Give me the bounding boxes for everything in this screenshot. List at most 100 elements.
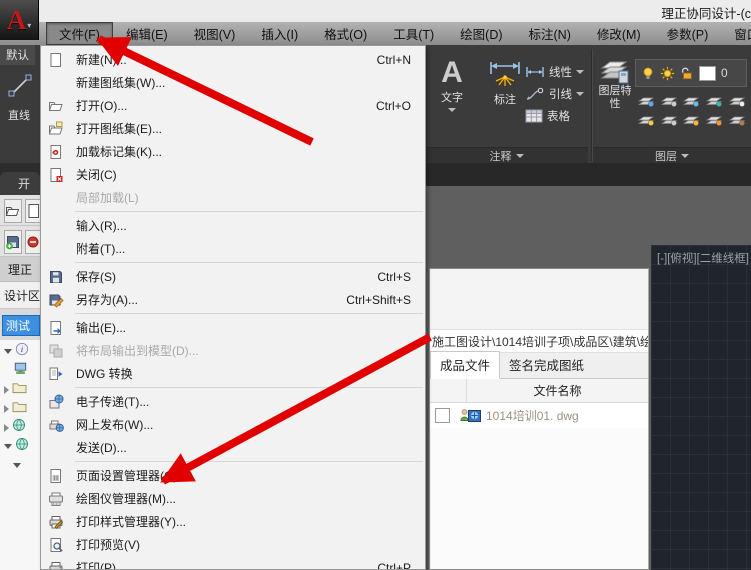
menubar-item-7[interactable]: 标注(N) — [516, 22, 584, 45]
checkbox-column-header — [430, 379, 467, 402]
menu-item-20[interactable]: 发送(D)... — [41, 436, 425, 459]
user-dwg-icon — [460, 408, 482, 424]
file-checkbox[interactable] — [435, 408, 450, 423]
menu-item-label: 打开(O)... — [76, 99, 128, 113]
menubar-item-10[interactable]: 窗口(W) — [721, 22, 751, 45]
monitor-icon — [13, 361, 28, 380]
leader-button[interactable]: 引线 — [525, 85, 584, 103]
tree-collapsed-icon[interactable] — [4, 385, 9, 394]
line-tool-icon[interactable] — [7, 73, 40, 104]
menu-item-label: 绘图仪管理器(M)... — [76, 492, 176, 506]
linear-dim-button[interactable]: 线性 — [525, 63, 584, 81]
chevron-down-icon — [576, 70, 584, 74]
tree-node-2[interactable] — [0, 380, 40, 399]
layer-tool-icon-9[interactable] — [726, 112, 749, 127]
folder-sheet-icon — [48, 121, 68, 137]
new-doc-button[interactable] — [25, 199, 40, 223]
block-red-button[interactable] — [25, 230, 40, 254]
panel-tab-0[interactable]: 成品文件 — [430, 351, 501, 379]
selected-tree-node[interactable]: 测试 — [2, 315, 40, 336]
menubar-item-1[interactable]: 编辑(E) — [113, 22, 181, 45]
layer-panel-label[interactable]: 图层 — [593, 147, 751, 163]
menu-item-19[interactable]: 网上发布(W)... — [41, 413, 425, 436]
drawing-viewport[interactable]: [-][俯视][二维线框] — [651, 245, 751, 570]
text-A-icon: A — [441, 56, 463, 89]
layer-tool-icon-6[interactable] — [658, 112, 681, 127]
layer-tool-icon-7[interactable] — [681, 112, 704, 127]
tree-node-3[interactable] — [0, 399, 40, 418]
layer-tool-icon-2[interactable] — [681, 93, 704, 108]
ribbon-shadow-strip — [425, 163, 751, 186]
menu-item-16[interactable]: DWG 转换 — [41, 362, 425, 385]
menu-item-25[interactable]: 打印预览(V) — [41, 533, 425, 556]
layer-tool-icon-4[interactable] — [726, 93, 749, 108]
menu-item-22[interactable]: 页面设置管理器(G) — [41, 464, 425, 487]
menu-item-11[interactable]: 保存(S) Ctrl+S — [41, 265, 425, 288]
tree-expanded-icon[interactable] — [4, 349, 12, 354]
save-add-button[interactable] — [4, 230, 22, 254]
tree-expanded-icon[interactable] — [13, 463, 21, 468]
dimension-button[interactable]: 标注 — [487, 59, 523, 107]
file-row-0[interactable]: 1014培训01. dwg — [430, 403, 648, 428]
annotate-panel-label[interactable]: 注释 — [425, 147, 588, 163]
ribbon-tab-default[interactable]: 默认 — [0, 45, 35, 65]
menu-item-label: 新建(N)... — [76, 53, 127, 67]
menu-item-5[interactable]: 关闭(C) — [41, 163, 425, 186]
tree-expanded-icon[interactable] — [4, 444, 12, 449]
tree-node-6[interactable] — [0, 456, 40, 475]
menubar-item-5[interactable]: 工具(T) — [380, 22, 447, 45]
start-tab[interactable]: 开 — [0, 172, 40, 195]
menubar-item-9[interactable]: 参数(P) — [654, 22, 722, 45]
table-button[interactable]: 表格 — [525, 107, 584, 125]
layer-tool-icon-5[interactable] — [635, 112, 658, 127]
open-folder-button[interactable] — [4, 199, 22, 223]
chevron-down-icon: ▾ — [27, 20, 32, 30]
menu-item-18[interactable]: 电子传递(T)... — [41, 390, 425, 413]
panel-tab-1[interactable]: 签名完成图纸 — [500, 352, 593, 378]
export-icon — [48, 320, 68, 336]
table-header: 文件名称 — [430, 379, 648, 403]
layer-tool-icon-3[interactable] — [703, 93, 726, 108]
layer-state-control[interactable]: 0 — [635, 59, 747, 87]
tree-node-5[interactable] — [0, 437, 40, 456]
menu-item-23[interactable]: 绘图仪管理器(M)... — [41, 487, 425, 510]
menu-item-label: 将布局输出到模型(D)... — [76, 344, 199, 358]
layer-properties-label: 图层特性 — [598, 85, 632, 110]
tree-collapsed-icon[interactable] — [4, 404, 9, 413]
menu-item-9[interactable]: 附着(T)... — [41, 237, 425, 260]
menu-item-label: 页面设置管理器(G) — [76, 469, 178, 483]
app-logo[interactable]: A ▾ — [0, 0, 39, 40]
menu-item-2[interactable]: 打开(O)... Ctrl+O — [41, 94, 425, 117]
lizheng-panel-label: 理正 — [0, 257, 40, 282]
menu-separator — [75, 211, 423, 212]
autocad-a-icon: A — [6, 5, 27, 35]
menu-item-12[interactable]: 另存为(A)... Ctrl+Shift+S — [41, 288, 425, 311]
text-button[interactable]: A 文字 — [441, 57, 463, 112]
menu-item-24[interactable]: 打印样式管理器(Y)... — [41, 510, 425, 533]
menu-separator — [75, 387, 423, 388]
tree-node-0[interactable]: i — [0, 342, 40, 361]
menu-item-26[interactable]: 打印(P)... Ctrl+P — [41, 556, 425, 569]
tree-node-4[interactable] — [0, 418, 40, 437]
menu-item-8[interactable]: 输入(R)... — [41, 214, 425, 237]
chevron-down-icon — [515, 153, 524, 158]
menubar-item-3[interactable]: 插入(I) — [248, 22, 311, 45]
tree-node-1[interactable] — [0, 361, 40, 380]
tree-collapsed-icon[interactable] — [4, 423, 9, 432]
layer-tool-icon-1[interactable] — [658, 93, 681, 108]
menu-item-3[interactable]: 打开图纸集(E)... — [41, 117, 425, 140]
layer-tool-icon-8[interactable] — [703, 112, 726, 127]
menu-item-0[interactable]: 新建(N)... Ctrl+N — [41, 48, 425, 71]
menubar-item-8[interactable]: 修改(M) — [584, 22, 654, 45]
menubar-item-0[interactable]: 文件(F) — [46, 22, 113, 45]
menu-item-4[interactable]: 加载标记集(K)... — [41, 140, 425, 163]
viewport-controls[interactable]: [-][俯视][二维线框] — [651, 245, 751, 266]
layer-properties-button[interactable]: 图层特性 — [597, 59, 633, 111]
menu-item-1[interactable]: 新建图纸集(W)... — [41, 71, 425, 94]
menubar-item-4[interactable]: 格式(O) — [311, 22, 380, 45]
design-area-tab[interactable]: 设计区 — [0, 282, 40, 309]
layer-tool-icon-0[interactable] — [635, 93, 658, 108]
menubar-item-6[interactable]: 绘图(D) — [447, 22, 515, 45]
menu-item-14[interactable]: 输出(E)... — [41, 316, 425, 339]
menubar-item-2[interactable]: 视图(V) — [181, 22, 249, 45]
